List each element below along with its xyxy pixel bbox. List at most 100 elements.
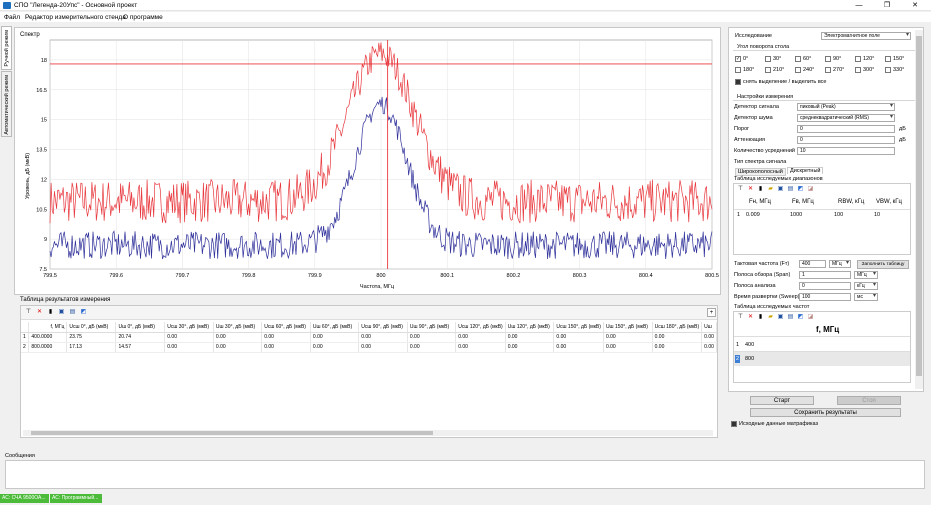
source-data-checkbox[interactable] <box>731 421 737 427</box>
y-tick-label: 18 <box>41 58 47 64</box>
table-row[interactable]: 1 400 <box>734 336 910 351</box>
angle-checkbox-4[interactable] <box>855 56 861 62</box>
table-row[interactable]: 1 0.009 1000 100 10 <box>734 209 910 219</box>
angle-checkbox-11[interactable] <box>885 67 891 73</box>
refresh-icon[interactable]: ◩ <box>79 308 88 317</box>
angle-checkbox-5[interactable] <box>885 56 891 62</box>
sweep-unit-select[interactable]: мс <box>854 293 878 301</box>
export-icon[interactable]: ▤ <box>786 313 795 322</box>
delete-icon[interactable]: ✕ <box>746 185 755 194</box>
save-results-button[interactable]: Сохранить результаты <box>750 408 901 417</box>
y-tick-label: 12 <box>41 177 47 183</box>
table-row[interactable]: 2 800 <box>734 351 910 366</box>
status-item-program[interactable]: АС: Программный... <box>50 494 102 503</box>
add-row-icon[interactable]: ⊤ <box>24 308 33 317</box>
x-axis-label: Частота, МГц <box>360 284 395 290</box>
export-icon[interactable]: ▤ <box>786 185 795 194</box>
refresh-icon[interactable]: ◩ <box>796 313 805 322</box>
ranges-table: ⊤ ✕ ▮ ▰ ▣ ▤ ◩ ◪ Fн, МГц Fв, МГц RBW, кГц… <box>733 183 911 255</box>
angle-label: 180° <box>743 67 755 73</box>
bandwidth-unit-select[interactable]: кГц <box>854 282 878 290</box>
app-icon <box>3 2 11 9</box>
add-column-button[interactable]: + <box>707 308 716 317</box>
status-item-analyzer[interactable]: АС: СЧА 9500ОА... <box>0 494 49 503</box>
x-tick-label: 799.5 <box>43 273 57 279</box>
delete-icon[interactable]: ✕ <box>746 313 755 322</box>
x-tick-label: 800.1 <box>440 273 454 279</box>
export-icon[interactable]: ▤ <box>68 308 77 317</box>
bandwidth-input[interactable]: 0 <box>799 282 851 290</box>
y-tick-label: 15 <box>41 118 47 124</box>
tab-discrete[interactable]: Дискретный <box>787 167 824 174</box>
trash-icon[interactable]: ▮ <box>756 313 765 322</box>
angle-label: 30° <box>773 56 782 62</box>
settings-scrollbar[interactable] <box>915 30 923 389</box>
tab-manual-mode[interactable]: Ручной режим <box>1 26 12 70</box>
spectrum-panel: Спектр Уровень, дБ (мкВ) Частота, МГц 79… <box>14 27 721 295</box>
save-icon[interactable]: ▣ <box>776 313 785 322</box>
x-tick-label: 799.8 <box>242 273 256 279</box>
close-button[interactable]: ✕ <box>901 0 929 11</box>
menu-file[interactable]: Файл <box>4 14 20 21</box>
maximize-button[interactable]: ❐ <box>873 0 901 11</box>
y-tick-label: 16.5 <box>36 88 47 94</box>
trash-icon[interactable]: ▮ <box>756 185 765 194</box>
clock-input[interactable]: 400 <box>799 260 826 268</box>
angle-checkbox-6[interactable] <box>735 67 741 73</box>
results-table: f, МГц Uсш 0°, дБ (мкВ) Uш 0°, дБ (мкВ) … <box>21 322 717 353</box>
threshold-input[interactable]: 0 <box>797 125 895 133</box>
angle-checkbox-2[interactable] <box>795 56 801 62</box>
signal-detector-select[interactable]: пиковый (Peak) <box>797 103 895 111</box>
noise-detector-select[interactable]: среднеквадратический (RMS) <box>797 114 895 122</box>
menu-about[interactable]: О программе <box>123 14 163 21</box>
x-tick-label: 800.5 <box>705 273 719 279</box>
clear-icon[interactable]: ◪ <box>806 313 815 322</box>
title-bar: СПО "Легенда-20Упс" - Основной проект — … <box>0 0 931 11</box>
minimize-button[interactable]: — <box>845 0 873 11</box>
span-unit-select[interactable]: МГц <box>854 271 878 279</box>
messages-title: Сообщения <box>5 453 35 459</box>
start-button[interactable]: Старт <box>750 396 814 405</box>
angle-checkbox-1[interactable] <box>765 56 771 62</box>
table-row[interactable]: 2 800.0000 17.13 14.57 0.00 0.00 0.00 0.00 0.00 0… <box>21 342 717 353</box>
angle-checkbox-8[interactable] <box>795 67 801 73</box>
research-select[interactable]: Электромагнитное поле <box>821 32 911 40</box>
menu-stand-editor[interactable]: Редактор измерительного стенда <box>25 14 126 21</box>
angle-checkbox-3[interactable] <box>825 56 831 62</box>
attenuation-input[interactable]: 0 <box>797 136 895 144</box>
clock-unit-select[interactable]: МГц <box>829 260 851 268</box>
add-row-icon[interactable]: ⊤ <box>736 185 745 194</box>
angle-checkbox-0[interactable]: ✓ <box>735 56 741 62</box>
select-all-checkbox[interactable] <box>735 79 741 85</box>
span-input[interactable]: 1 <box>799 271 851 279</box>
angle-checkbox-9[interactable] <box>825 67 831 73</box>
clear-icon[interactable]: ◪ <box>806 185 815 194</box>
angle-checkbox-7[interactable] <box>765 67 771 73</box>
stop-button[interactable]: Стоп <box>837 396 901 405</box>
angle-checkbox-10[interactable] <box>855 67 861 73</box>
table-row[interactable]: 1 400.0000 23.75 20.74 0.00 0.00 0.00 0.00 0.00 0… <box>21 332 717 343</box>
trash-icon[interactable]: ▮ <box>46 308 55 317</box>
angle-label: 330° <box>893 67 905 73</box>
averages-input[interactable]: 10 <box>797 147 895 155</box>
settings-panel: Исследование Электромагнитное поле Угол … <box>728 27 924 392</box>
angle-label: 90° <box>833 56 842 62</box>
tab-auto-mode[interactable]: Автоматический режим <box>1 71 12 137</box>
frequencies-table: ⊤ ✕ ▮ ▰ ▣ ▤ ◩ ◪ f, МГц 1 400 2 800 <box>733 311 911 383</box>
add-row-icon[interactable]: ⊤ <box>736 313 745 322</box>
horizontal-scrollbar[interactable] <box>23 430 713 436</box>
results-header-row: f, МГц Uсш 0°, дБ (мкВ) Uш 0°, дБ (мкВ) … <box>21 322 717 333</box>
save-icon[interactable]: ▣ <box>57 308 66 317</box>
scrollbar-thumb[interactable] <box>916 36 922 376</box>
sweep-input[interactable]: 100 <box>799 293 851 301</box>
results-title: Таблица результатов измерения <box>20 297 111 303</box>
fill-table-button[interactable]: Заполнить таблицу <box>857 260 909 269</box>
save-icon[interactable]: ▣ <box>776 185 785 194</box>
open-icon[interactable]: ▰ <box>766 313 775 322</box>
y-tick-label: 9 <box>44 237 47 243</box>
delete-icon[interactable]: ✕ <box>35 308 44 317</box>
refresh-icon[interactable]: ◩ <box>796 185 805 194</box>
open-icon[interactable]: ▰ <box>766 185 775 194</box>
scrollbar-thumb[interactable] <box>31 431 433 435</box>
tab-broadband[interactable]: Широкополосный <box>735 168 786 176</box>
